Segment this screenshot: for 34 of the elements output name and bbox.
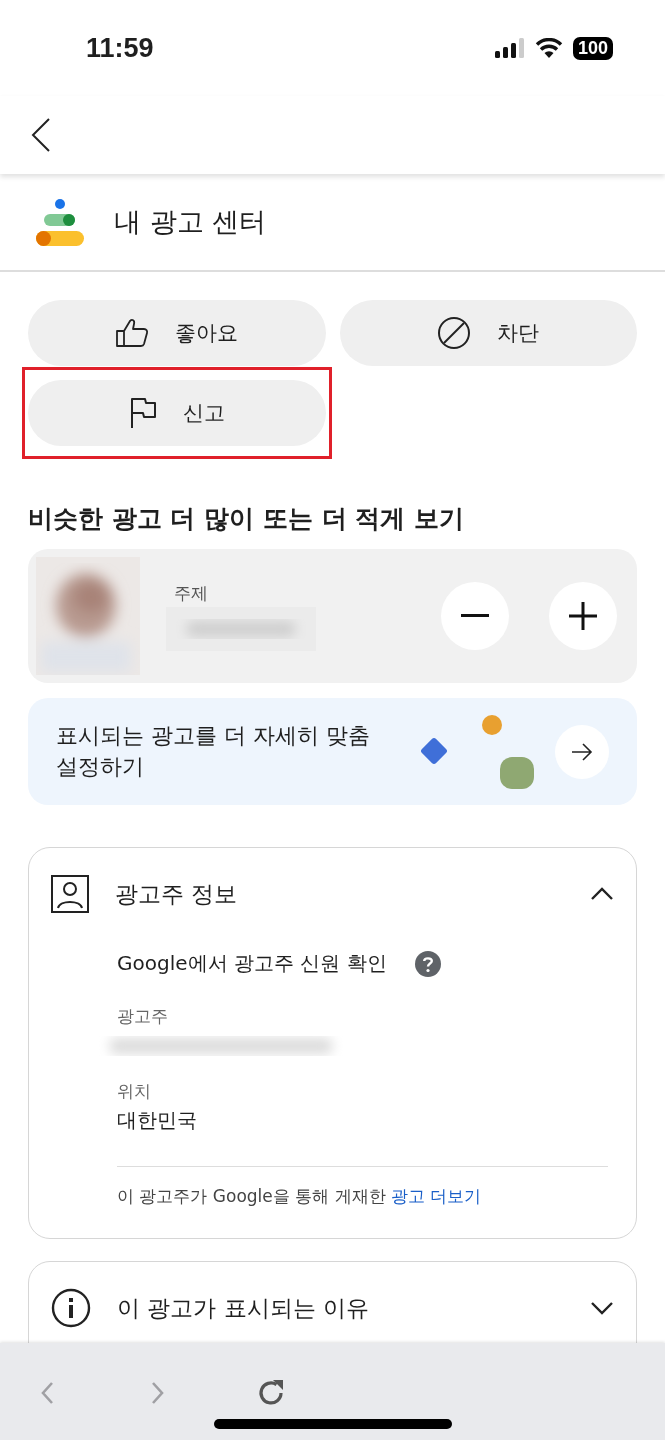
card-title: 이 광고가 표시되는 이유 — [117, 1293, 369, 1323]
more-ads-link[interactable]: 광고 더보기 — [390, 1186, 482, 1206]
action-button[interactable]: 차단 — [339, 300, 637, 366]
back-icon[interactable] — [30, 117, 52, 153]
info-icon — [51, 1288, 91, 1328]
plus-icon — [569, 602, 597, 630]
ads-center-logo-icon — [34, 196, 86, 248]
card-title: 광고주 정보 — [115, 879, 238, 909]
block-icon — [437, 316, 472, 350]
expand-icon[interactable] — [590, 1301, 614, 1315]
battery-level: 100 — [572, 36, 613, 60]
status-time: 11:59 — [86, 32, 154, 64]
collapse-icon[interactable] — [590, 887, 614, 901]
advertiser-label: 광고주 — [117, 1005, 169, 1028]
topic-label: 주제 — [173, 581, 209, 605]
action-button[interactable]: 좋아요 — [28, 300, 326, 366]
customize-banner[interactable]: 표시되는 광고를 더 자세히 맞춤 설정하기 — [28, 698, 637, 805]
section-heading: 비슷한 광고 더 많이 또는 더 적게 보기 — [28, 503, 465, 535]
person-icon — [51, 875, 89, 913]
reload-icon[interactable] — [256, 1378, 286, 1408]
page-title: 내 광고 센터 — [114, 205, 267, 239]
location-label: 위치 — [117, 1080, 152, 1103]
flag-icon — [128, 397, 157, 429]
action-button[interactable]: 신고 — [28, 380, 326, 446]
arrow-right-icon — [571, 742, 593, 761]
wifi-icon — [534, 38, 563, 58]
signal-icon — [494, 38, 525, 58]
minus-icon — [461, 614, 489, 618]
verification-text: Google에서 광고주 신원 확인 — [117, 950, 387, 977]
thumbs-up-icon — [115, 318, 150, 348]
help-icon[interactable] — [414, 950, 441, 977]
customize-text: 표시되는 광고를 더 자세히 맞춤 설정하기 — [56, 721, 371, 781]
location-value: 대한민국 — [117, 1107, 198, 1134]
more-ads-text: 이 광고주가 Google을 통해 게재한 광고 더보기 — [117, 1185, 483, 1208]
